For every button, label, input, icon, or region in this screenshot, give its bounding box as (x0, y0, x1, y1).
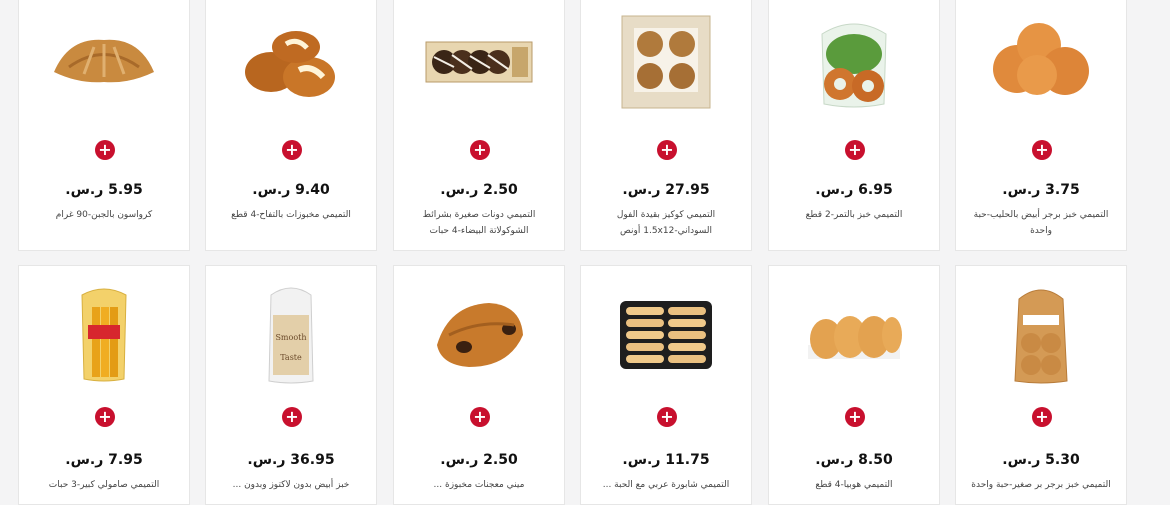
svg-text:Taste: Taste (280, 353, 302, 362)
product-name[interactable]: التميمي مخبوزات بالتفاح-4 قطع (220, 207, 362, 223)
page-edge (1134, 0, 1170, 496)
product-price: 5.30 ر.س. (1002, 452, 1080, 468)
product-name[interactable]: كرواسون بالجبن-90 غرام (33, 207, 175, 223)
add-to-cart-button[interactable]: + (95, 140, 115, 160)
product-image[interactable] (206, 7, 376, 117)
small-buns-bag-icon (1014, 289, 1068, 384)
product-image[interactable] (956, 7, 1126, 117)
add-to-cart-button[interactable]: + (657, 140, 677, 160)
add-to-cart-button[interactable]: + (282, 140, 302, 160)
product-name[interactable]: خبز أبيض بدون لاكتوز وبدون ... (220, 477, 362, 493)
date-bread-icon (821, 23, 887, 108)
product-card[interactable]: + 5.95 ر.س. كرواسون بالجبن-90 غرام (18, 0, 190, 251)
donuts-box-icon (425, 41, 533, 83)
apple-pastries-icon (245, 31, 335, 97)
product-price: 5.95 ر.س. (65, 182, 143, 198)
product-image[interactable]: Smooth Taste (206, 280, 376, 390)
product-name[interactable]: ميني معجنات مخبوزة ... (408, 477, 550, 493)
rusk-tray-icon (620, 301, 712, 369)
product-name[interactable]: التميمي خبز برجر بر صغير-حبة واحدة (970, 477, 1112, 493)
product-price: 36.95 ر.س. (247, 452, 335, 468)
product-card[interactable]: + 3.75 ر.س. التميمي خبز برجر أبيض بالحلي… (955, 0, 1127, 251)
product-name[interactable]: التميمي خبز برجر أبيض بالحليب-حبة واحدة (970, 207, 1112, 239)
add-to-cart-button[interactable]: + (95, 407, 115, 427)
croissant-icon (54, 39, 154, 83)
product-image[interactable] (19, 7, 189, 117)
burger-buns-icon (993, 23, 1089, 95)
product-name[interactable]: التميمي كوكيز بقيدة الفول السوداني-1.5x1… (595, 207, 737, 239)
product-card[interactable]: + 9.40 ر.س. التميمي مخبوزات بالتفاح-4 قط… (205, 0, 377, 251)
product-card[interactable]: + 11.75 ر.س. التميمي شابورة عربي مع الحب… (580, 265, 752, 505)
product-name[interactable]: التميمي شابورة عربي مع الحبة ... (595, 477, 737, 493)
product-price: 9.40 ر.س. (252, 182, 330, 198)
add-to-cart-button[interactable]: + (1032, 140, 1052, 160)
add-to-cart-button[interactable]: + (470, 140, 490, 160)
product-price: 2.50 ر.س. (440, 452, 518, 468)
product-name[interactable]: التميمي صامولي كبير-3 حبات (33, 477, 175, 493)
product-price: 8.50 ر.س. (815, 452, 893, 468)
product-image[interactable] (956, 280, 1126, 390)
add-to-cart-button[interactable]: + (657, 407, 677, 427)
add-to-cart-button[interactable]: + (845, 140, 865, 160)
product-price: 3.75 ر.س. (1002, 182, 1080, 198)
samoli-bread-icon (81, 288, 127, 382)
add-to-cart-button[interactable]: + (282, 407, 302, 427)
product-price: 2.50 ر.س. (440, 182, 518, 198)
white-bread-bag-icon: Smooth Taste (268, 287, 314, 384)
product-price: 11.75 ر.س. (622, 452, 710, 468)
product-image[interactable] (19, 280, 189, 390)
product-price: 6.95 ر.س. (815, 182, 893, 198)
product-card[interactable]: + 2.50 ر.س. ميني معجنات مخبوزة ... (393, 265, 565, 505)
product-card[interactable]: + 7.95 ر.س. التميمي صامولي كبير-3 حبات (18, 265, 190, 505)
add-to-cart-button[interactable]: + (470, 407, 490, 427)
product-card[interactable]: + 5.30 ر.س. التميمي خبز برجر بر صغير-حبة… (955, 265, 1127, 505)
product-name[interactable]: التميمي دونات صغيرة بشرائط الشوكولاتة ال… (408, 207, 550, 239)
product-name[interactable]: التميمي خبز بالتمر-2 قطع (783, 207, 925, 223)
product-image[interactable] (769, 280, 939, 390)
product-name[interactable]: التميمي هوبيا-4 قطع (783, 477, 925, 493)
product-price: 27.95 ر.س. (622, 182, 710, 198)
add-to-cart-button[interactable]: + (845, 407, 865, 427)
product-image[interactable] (581, 280, 751, 390)
product-image[interactable] (394, 280, 564, 390)
svg-text:Smooth: Smooth (275, 333, 306, 342)
product-image[interactable] (581, 7, 751, 117)
product-card[interactable]: + 6.95 ر.س. التميمي خبز بالتمر-2 قطع (768, 0, 940, 251)
chocolate-pastry-icon (437, 303, 523, 367)
product-card[interactable]: + 2.50 ر.س. التميمي دونات صغيرة بشرائط ا… (393, 0, 565, 251)
add-to-cart-button[interactable]: + (1032, 407, 1052, 427)
product-image[interactable] (394, 7, 564, 117)
product-image[interactable] (769, 7, 939, 117)
product-card[interactable]: + 27.95 ر.س. التميمي كوكيز بقيدة الفول ا… (580, 0, 752, 251)
hopia-icon (808, 316, 902, 359)
product-card[interactable]: + 8.50 ر.س. التميمي هوبيا-4 قطع (768, 265, 940, 505)
product-card[interactable]: Smooth Taste + 36.95 ر.س. خبز أبيض بدون … (205, 265, 377, 505)
cookies-box-icon (621, 15, 711, 109)
product-price: 7.95 ر.س. (65, 452, 143, 468)
